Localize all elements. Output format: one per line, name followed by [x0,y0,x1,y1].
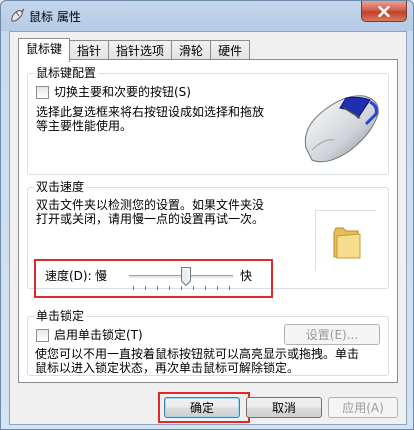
button-config-group: 鼠标键配置 切换主要和次要的按钮(S) 选择此复选框来将右按钮设成如选择和拖放 … [27,66,389,175]
enable-click-lock-label[interactable]: 启用单击锁定(T) [54,328,143,342]
speed-label: 速度(D): [45,269,92,283]
slider-tick [169,286,170,290]
mouse-illustration-icon [304,95,379,163]
click-lock-description-1: 使您可以不用一直按着鼠标按钮就可以高亮显示或拖拽。单击 [35,347,360,361]
cancel-button[interactable]: 取消 [246,397,322,418]
double-click-description-2: 打开或关闭，请用慢一点的设置再试一次。 [36,212,265,226]
window-title: 鼠标 属性 [29,10,81,24]
slider-tick [217,286,218,290]
tab-wheel[interactable]: 滑轮 [171,40,212,61]
speed-fast-label: 快 [240,269,253,283]
button-config-title: 鼠标键配置 [34,66,99,80]
slider-tick [229,286,230,290]
button-config-description-1: 选择此复选框来将右按钮设成如选择和拖放 [36,105,265,119]
slider-thumb[interactable] [181,267,191,287]
button-config-description-2: 等主要性能使用。 [36,119,133,133]
folder-icon[interactable] [332,227,362,259]
slider-tick [181,286,182,290]
slider-tick [193,286,194,290]
click-lock-settings-button[interactable]: 设置(E)... [284,324,380,345]
slider-tick [133,286,134,290]
title-bar[interactable]: 鼠标 属性 [1,1,413,31]
switch-buttons-label[interactable]: 切换主要和次要的按钮(S) [54,85,191,99]
click-lock-description-2: 鼠标以进入锁定状态，再次单击鼠标可解除锁定。 [35,361,300,375]
click-lock-title: 单击锁定 [34,309,87,323]
double-click-test-area[interactable] [315,210,376,271]
tab-pointers[interactable]: 指针 [69,40,110,61]
mouse-properties-window: 鼠标 属性 鼠标键 指针 指针选项 滑轮 硬件 鼠标键配置 切换主要和次要的按钮… [0,0,414,430]
close-icon [378,5,390,17]
slider-tick [145,286,146,290]
double-click-speed-slider[interactable] [129,267,233,291]
speed-slow-label: 慢 [95,269,108,283]
buttons-tab-panel: 鼠标键配置 切换主要和次要的按钮(S) 选择此复选框来将右按钮设成如选择和拖放 … [18,59,398,383]
close-button[interactable] [361,1,407,22]
double-click-description-1: 双击文件夹以检测您的设置。如果文件夹没 [36,198,265,212]
tab-hardware[interactable]: 硬件 [210,40,251,61]
slider-tick [157,286,158,290]
slider-tick [205,286,206,290]
tab-strip: 鼠标键 指针 指针选项 滑轮 硬件 [18,38,251,62]
dialog-body: 鼠标键 指针 指针选项 滑轮 硬件 鼠标键配置 切换主要和次要的按钮(S) 选择… [9,31,407,425]
tab-pointer-options[interactable]: 指针选项 [108,40,173,61]
double-click-title: 双击速度 [34,180,87,194]
enable-click-lock-checkbox[interactable] [36,329,49,342]
ok-button[interactable]: 确定 [164,397,240,418]
tab-buttons[interactable]: 鼠标键 [18,38,71,62]
apply-button[interactable]: 应用(A) [328,397,398,418]
mouse-app-icon [9,8,25,24]
switch-buttons-checkbox[interactable] [36,86,49,99]
